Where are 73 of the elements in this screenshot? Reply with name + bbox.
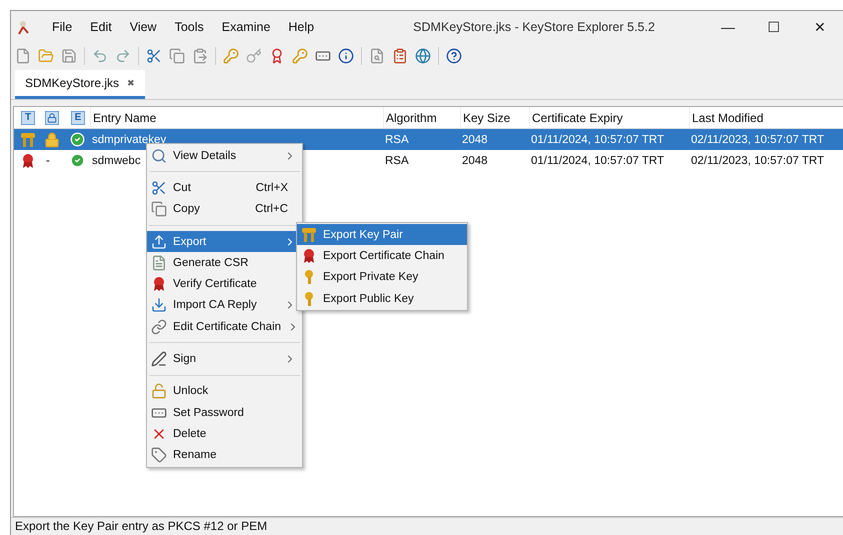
folder-icon[interactable] xyxy=(38,48,54,64)
rename-icon xyxy=(151,447,167,464)
table-cell-text: 01/11/2024, 10:57:07 TRT xyxy=(530,134,664,146)
table-cell-text: RSA xyxy=(384,134,409,146)
menu-item[interactable]: Edit xyxy=(81,20,121,34)
menu-item[interactable]: Export Public Key xyxy=(297,288,467,310)
info-icon[interactable] xyxy=(338,48,354,64)
key-icon[interactable] xyxy=(292,48,308,64)
copy-icon xyxy=(151,201,167,218)
search-icon xyxy=(151,148,167,164)
column-header[interactable]: Algorithm xyxy=(383,107,460,128)
certificate-icon xyxy=(301,248,317,264)
download-icon xyxy=(151,297,167,314)
clipboard-icon[interactable] xyxy=(392,48,408,64)
table-cell-text: sdmwebc xyxy=(91,154,141,166)
status-text: Export the Key Pair entry as PKCS #12 or PEM xyxy=(15,519,268,533)
maximize-button[interactable]: ☐ xyxy=(751,18,797,34)
pen-icon xyxy=(151,351,167,368)
key-icon[interactable] xyxy=(223,48,239,64)
globe-icon[interactable] xyxy=(415,48,431,64)
column-header[interactable]: E xyxy=(71,110,85,124)
help-icon[interactable] xyxy=(446,48,462,64)
column-header[interactable]: Certificate Expiry xyxy=(529,107,689,128)
menu-item[interactable]: Export Private Key xyxy=(297,266,467,288)
tab[interactable]: SDMKeyStore.jks ✖ xyxy=(15,70,146,99)
menu-item[interactable]: Rename xyxy=(147,444,302,466)
key-icon[interactable] xyxy=(246,48,262,64)
window-title: SDMKeyStore.jks - KeyStore Explorer 5.5.2 xyxy=(412,20,656,34)
menu-item[interactable]: Unlock xyxy=(147,380,302,402)
chain-icon xyxy=(151,318,167,335)
menu-item[interactable]: File xyxy=(43,20,82,34)
column-header[interactable]: Last Modified xyxy=(689,107,839,128)
column-header[interactable]: Key Size xyxy=(460,107,529,128)
menu-item[interactable]: Copy Ctrl+C xyxy=(147,198,302,220)
close-button[interactable]: ✕ xyxy=(797,18,843,34)
undo-icon[interactable] xyxy=(92,48,108,64)
menu-item[interactable]: Examine xyxy=(212,20,280,34)
table-cell-text: 02/11/2023, 10:57:07 TRT xyxy=(690,134,824,146)
paste-icon[interactable] xyxy=(192,48,208,64)
save-icon[interactable] xyxy=(61,48,77,64)
table-cell-text: - xyxy=(45,154,50,166)
table-cell-text: 02/11/2023, 10:57:07 TRT xyxy=(690,154,824,166)
redo-icon[interactable] xyxy=(115,48,131,64)
menu-item[interactable]: Tools xyxy=(166,20,213,34)
table-cell-text: 2048 xyxy=(461,134,488,146)
menu-item[interactable]: Cut Ctrl+X xyxy=(147,177,302,199)
file-search-icon[interactable] xyxy=(369,48,385,64)
column-header[interactable]: Entry Name xyxy=(90,107,383,128)
certificate-icon xyxy=(20,152,36,168)
menu-item[interactable]: Export Key Pair xyxy=(297,224,467,246)
upload-icon xyxy=(151,234,167,250)
unlock-icon xyxy=(151,383,167,400)
close-tab-icon[interactable]: ✖ xyxy=(127,78,136,88)
menu-item[interactable]: View xyxy=(120,20,166,34)
menu-item[interactable]: Help xyxy=(279,20,324,34)
table-cell-text: RSA xyxy=(384,154,409,166)
scissors-icon[interactable] xyxy=(146,48,162,64)
table-cell-text: 2048 xyxy=(461,154,488,166)
copy-icon[interactable] xyxy=(169,48,185,64)
document-icon xyxy=(151,254,167,271)
table-cell-text: sdmprivatekey xyxy=(91,134,166,146)
certificate-icon xyxy=(151,276,167,292)
menu-item[interactable]: Delete xyxy=(147,423,302,445)
scissors-icon xyxy=(151,180,167,196)
selected-row[interactable]: sdmprivatekey RSA 2048 01/11/2024, 10:57:07 TRT 02/11/2023, 10:57:07 TRT xyxy=(14,129,843,150)
menu-item[interactable]: Set Password xyxy=(147,402,302,424)
column-header[interactable]: T xyxy=(21,110,35,124)
menu-item[interactable]: Sign xyxy=(147,348,302,370)
lock-header-icon[interactable] xyxy=(45,110,59,124)
table-cell-text: 01/11/2024, 10:57:07 TRT xyxy=(530,154,664,166)
new-file-icon[interactable] xyxy=(15,48,31,64)
minimize-button[interactable]: — xyxy=(705,18,751,34)
menu-item[interactable]: Edit Certificate Chain xyxy=(147,316,302,338)
